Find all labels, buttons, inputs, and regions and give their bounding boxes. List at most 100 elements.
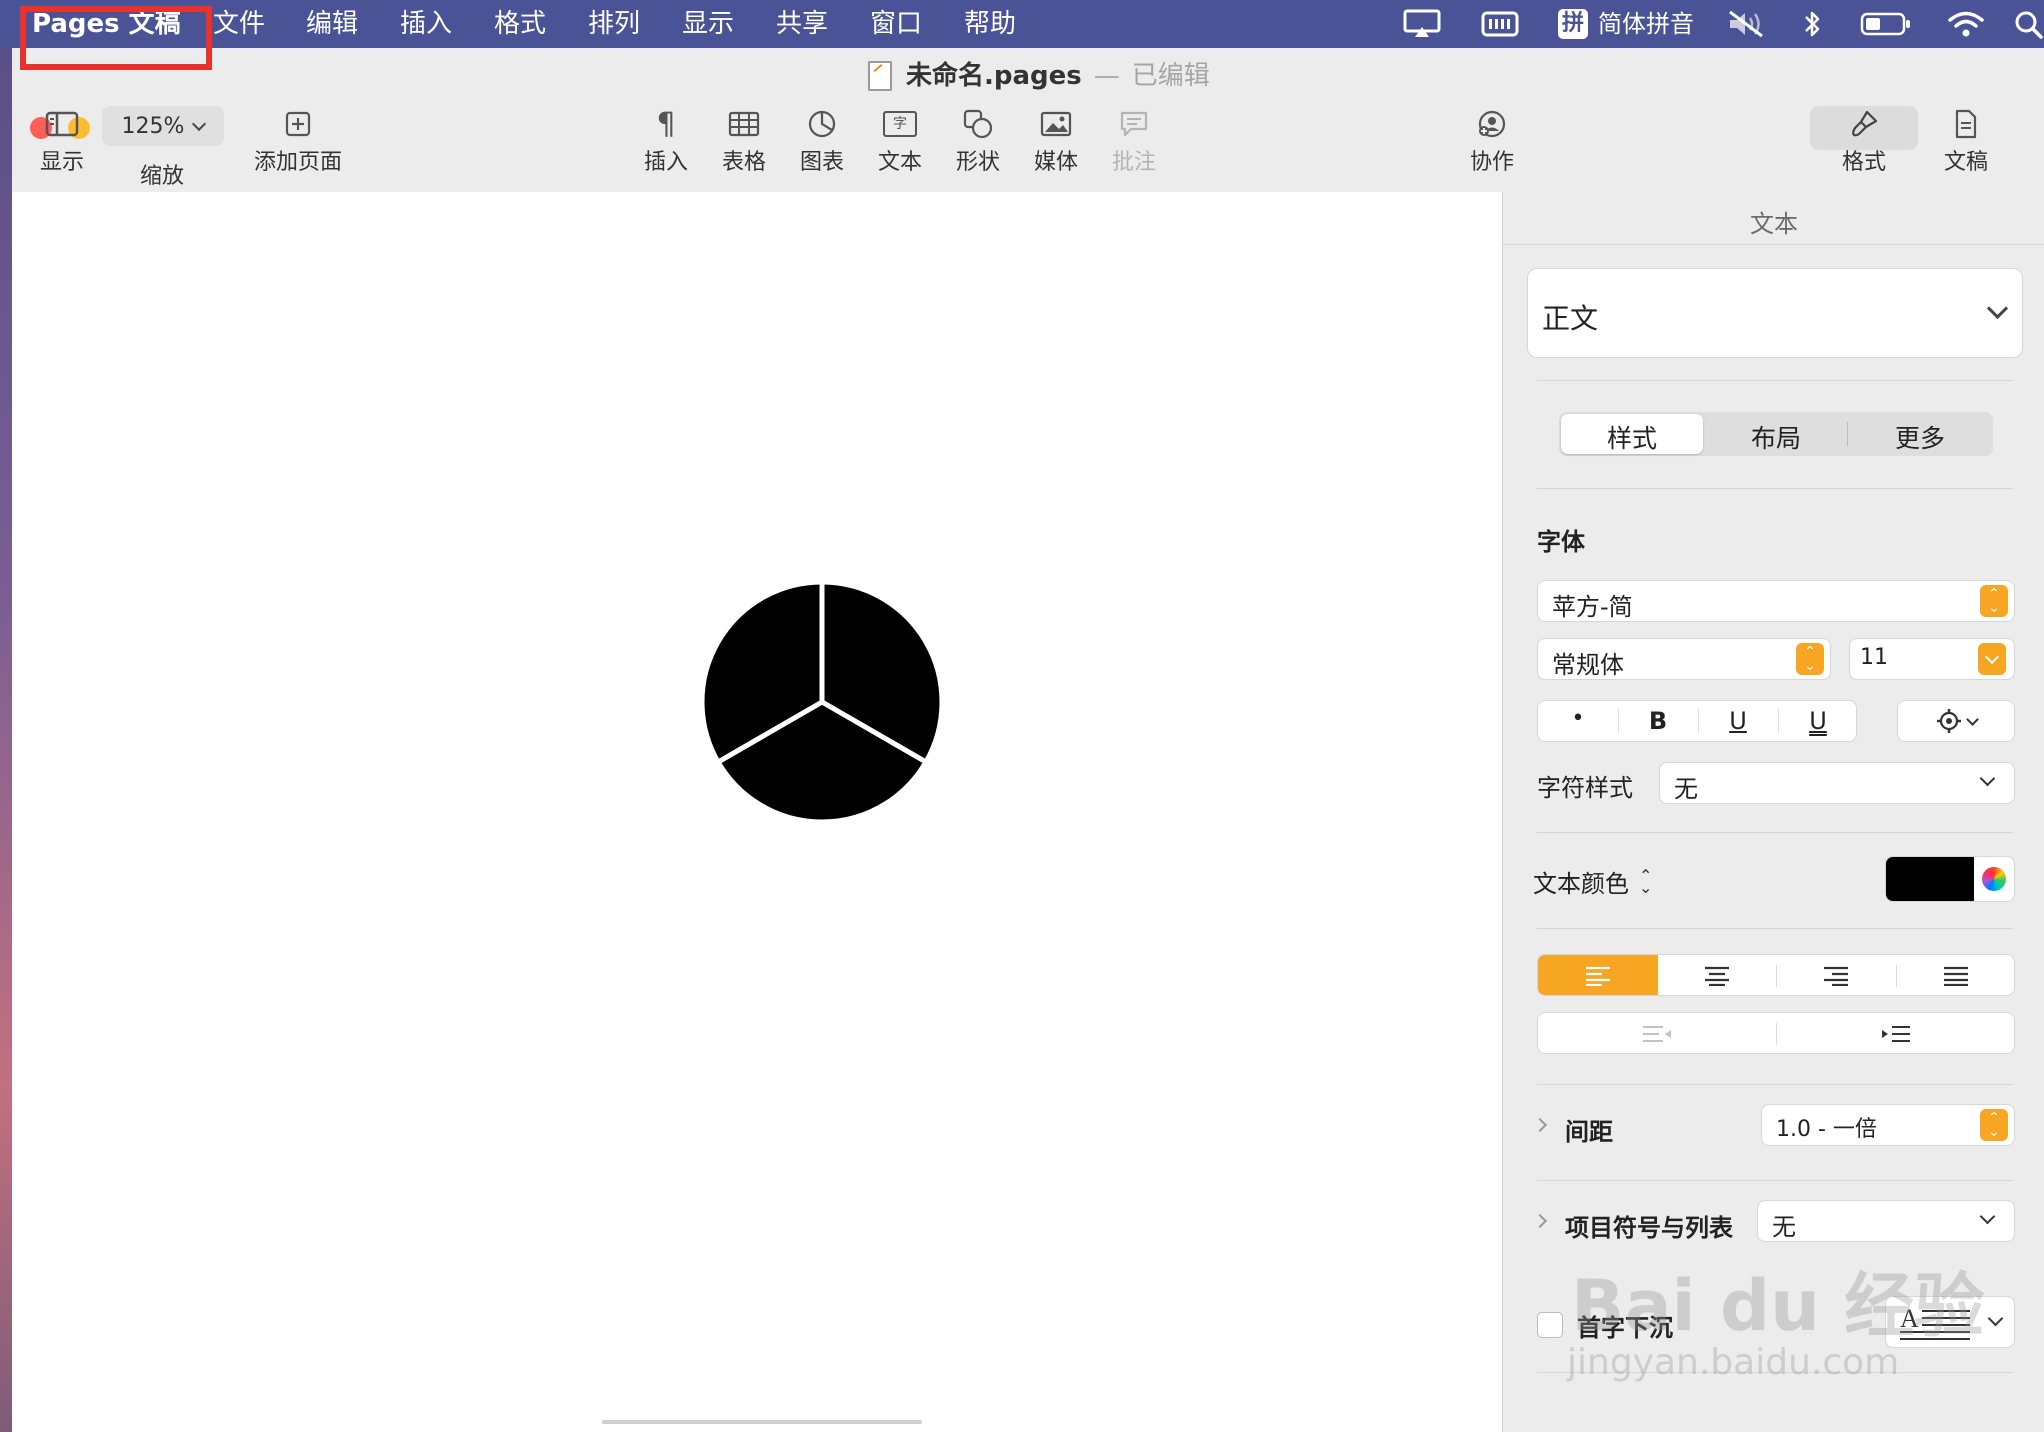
- text-style-buttons: • B U U: [1537, 700, 1857, 742]
- menu-help[interactable]: 帮助: [964, 6, 1016, 42]
- volume-muted-icon[interactable]: [1724, 6, 1768, 42]
- airplay-icon[interactable]: [1400, 6, 1444, 42]
- format-button[interactable]: 格式: [1830, 104, 1898, 176]
- text-color-well[interactable]: [1885, 856, 2015, 902]
- justify-icon: [1944, 966, 1968, 986]
- menu-file[interactable]: 文件: [213, 6, 265, 42]
- chart-button[interactable]: 图表: [794, 104, 850, 176]
- tab-more[interactable]: 更多: [1847, 419, 1993, 455]
- bold-button[interactable]: B: [1618, 707, 1698, 735]
- zoom-label: 缩放: [140, 164, 185, 189]
- paragraph-style-value: 正文: [1542, 302, 1599, 335]
- shape-button[interactable]: 形状: [950, 104, 1006, 176]
- comment-label: 批注: [1111, 150, 1156, 175]
- document-canvas[interactable]: [12, 192, 1502, 1432]
- page-scroll-indicator[interactable]: [602, 1420, 922, 1424]
- increase-indent-icon: [1882, 1026, 1910, 1042]
- spacing-label[interactable]: 间距: [1565, 1112, 1613, 1147]
- select-stepper-icon: ⌃ ⌄: [1796, 643, 1824, 675]
- align-center-icon: [1705, 966, 1729, 986]
- menu-insert[interactable]: 插入: [400, 6, 452, 42]
- inspector-tabs: 样式 布局 更多: [1559, 412, 1993, 456]
- menu-arrange[interactable]: 排列: [588, 6, 640, 42]
- format-label: 格式: [1841, 150, 1886, 175]
- dropcap-checkbox[interactable]: [1537, 1312, 1563, 1338]
- advanced-options-button[interactable]: [1897, 700, 2015, 742]
- collaborate-label: 协作: [1469, 150, 1514, 175]
- menu-window[interactable]: 窗口: [870, 6, 922, 42]
- input-method-icon[interactable]: 拼: [1556, 6, 1590, 42]
- comment-icon: [1119, 104, 1149, 144]
- text-box-button[interactable]: 字 文本: [872, 104, 928, 176]
- input-method-name[interactable]: 简体拼音: [1598, 6, 1694, 42]
- collaborate-icon: [1476, 104, 1508, 144]
- bullets-select[interactable]: 无: [1757, 1200, 2015, 1242]
- media-button[interactable]: 媒体: [1028, 104, 1084, 176]
- gear-icon: [1936, 709, 1961, 733]
- comment-button[interactable]: 批注: [1106, 104, 1162, 176]
- insert-label: 插入: [643, 150, 688, 175]
- table-button[interactable]: 表格: [716, 104, 772, 176]
- font-family-select[interactable]: 苹方-简 ⌃ ⌄: [1537, 580, 2015, 622]
- disclosure-chevron-icon[interactable]: [1532, 1213, 1548, 1229]
- view-button[interactable]: 显示: [34, 104, 90, 176]
- select-stepper-icon: ⌃ ⌄: [1980, 585, 2008, 617]
- zoom-value: 125%: [121, 113, 185, 139]
- align-left-icon: [1586, 966, 1610, 986]
- double-underline-button[interactable]: U: [1778, 707, 1858, 735]
- underline-button[interactable]: U: [1698, 707, 1778, 735]
- chevron-down-icon: [1979, 1208, 1996, 1225]
- indent-buttons: [1537, 1012, 2015, 1054]
- select-stepper-icon: ⌃ ⌄: [1980, 1109, 2008, 1141]
- disclosure-chevron-icon[interactable]: [1532, 1117, 1548, 1133]
- align-right-icon: [1824, 966, 1848, 986]
- sidebar-icon: [45, 104, 79, 144]
- wifi-icon[interactable]: [1946, 6, 1986, 42]
- paintbrush-icon: [1849, 104, 1879, 144]
- text-label: 文本: [877, 150, 922, 175]
- highlight-annotation: [20, 6, 212, 70]
- menu-share[interactable]: 共享: [776, 6, 828, 42]
- shape-label: 形状: [955, 150, 1000, 175]
- italic-button[interactable]: •: [1538, 706, 1618, 731]
- font-weight-select[interactable]: 常规体 ⌃ ⌄: [1537, 638, 1831, 680]
- chevron-down-icon: [1987, 1310, 2004, 1327]
- tab-style[interactable]: 样式: [1559, 419, 1705, 455]
- document-title: 未命名.pages: [906, 61, 1082, 91]
- menu-view[interactable]: 显示: [682, 6, 734, 42]
- tab-layout[interactable]: 布局: [1703, 419, 1849, 455]
- add-page-icon: [285, 104, 311, 144]
- align-right-button[interactable]: [1776, 955, 1896, 995]
- window-titlebar: 未命名.pages — 已编辑 显示 125% 缩放 添加页面 ¶ 插入 表格: [12, 48, 2044, 193]
- text-color-label: 文本颜色: [1533, 870, 1629, 898]
- zoom-dropdown[interactable]: 125%: [102, 106, 224, 146]
- media-label: 媒体: [1033, 150, 1078, 175]
- pie-chart[interactable]: [672, 552, 972, 852]
- justify-button[interactable]: [1896, 955, 2014, 995]
- font-size-field[interactable]: 11: [1849, 638, 2015, 680]
- text-color-swatch: [1886, 857, 1974, 901]
- char-style-select[interactable]: 无: [1659, 762, 2015, 804]
- align-left-button[interactable]: [1538, 955, 1658, 995]
- bullets-label[interactable]: 项目符号与列表: [1565, 1208, 1733, 1243]
- paragraph-style-dropdown[interactable]: 正文: [1527, 268, 2023, 358]
- char-style-label: 字符样式: [1537, 774, 1633, 802]
- keyboard-icon[interactable]: [1478, 6, 1522, 42]
- add-page-button[interactable]: 添加页面: [238, 104, 358, 176]
- color-wheel-icon[interactable]: [1982, 867, 2006, 891]
- text-color-selector[interactable]: 文本颜色 ⌃ ⌄: [1533, 864, 1652, 899]
- spotlight-search-icon[interactable]: [2012, 6, 2044, 42]
- battery-icon[interactable]: [1858, 6, 1914, 42]
- document-button[interactable]: 文稿: [1932, 104, 2000, 176]
- decrease-indent-button[interactable]: [1538, 1013, 1776, 1055]
- bluetooth-icon[interactable]: [1798, 6, 1828, 42]
- spacing-select[interactable]: 1.0 - 一倍 ⌃ ⌄: [1761, 1104, 2015, 1146]
- align-center-button[interactable]: [1658, 955, 1776, 995]
- increase-indent-button[interactable]: [1776, 1013, 2016, 1055]
- insert-button[interactable]: ¶ 插入: [638, 104, 694, 176]
- watermark-logo: Bai du 经验: [1571, 1265, 1985, 1347]
- menu-format[interactable]: 格式: [494, 6, 546, 42]
- collaborate-button[interactable]: 协作: [1464, 104, 1520, 176]
- menu-edit[interactable]: 编辑: [306, 6, 358, 42]
- shape-icon: [963, 104, 993, 144]
